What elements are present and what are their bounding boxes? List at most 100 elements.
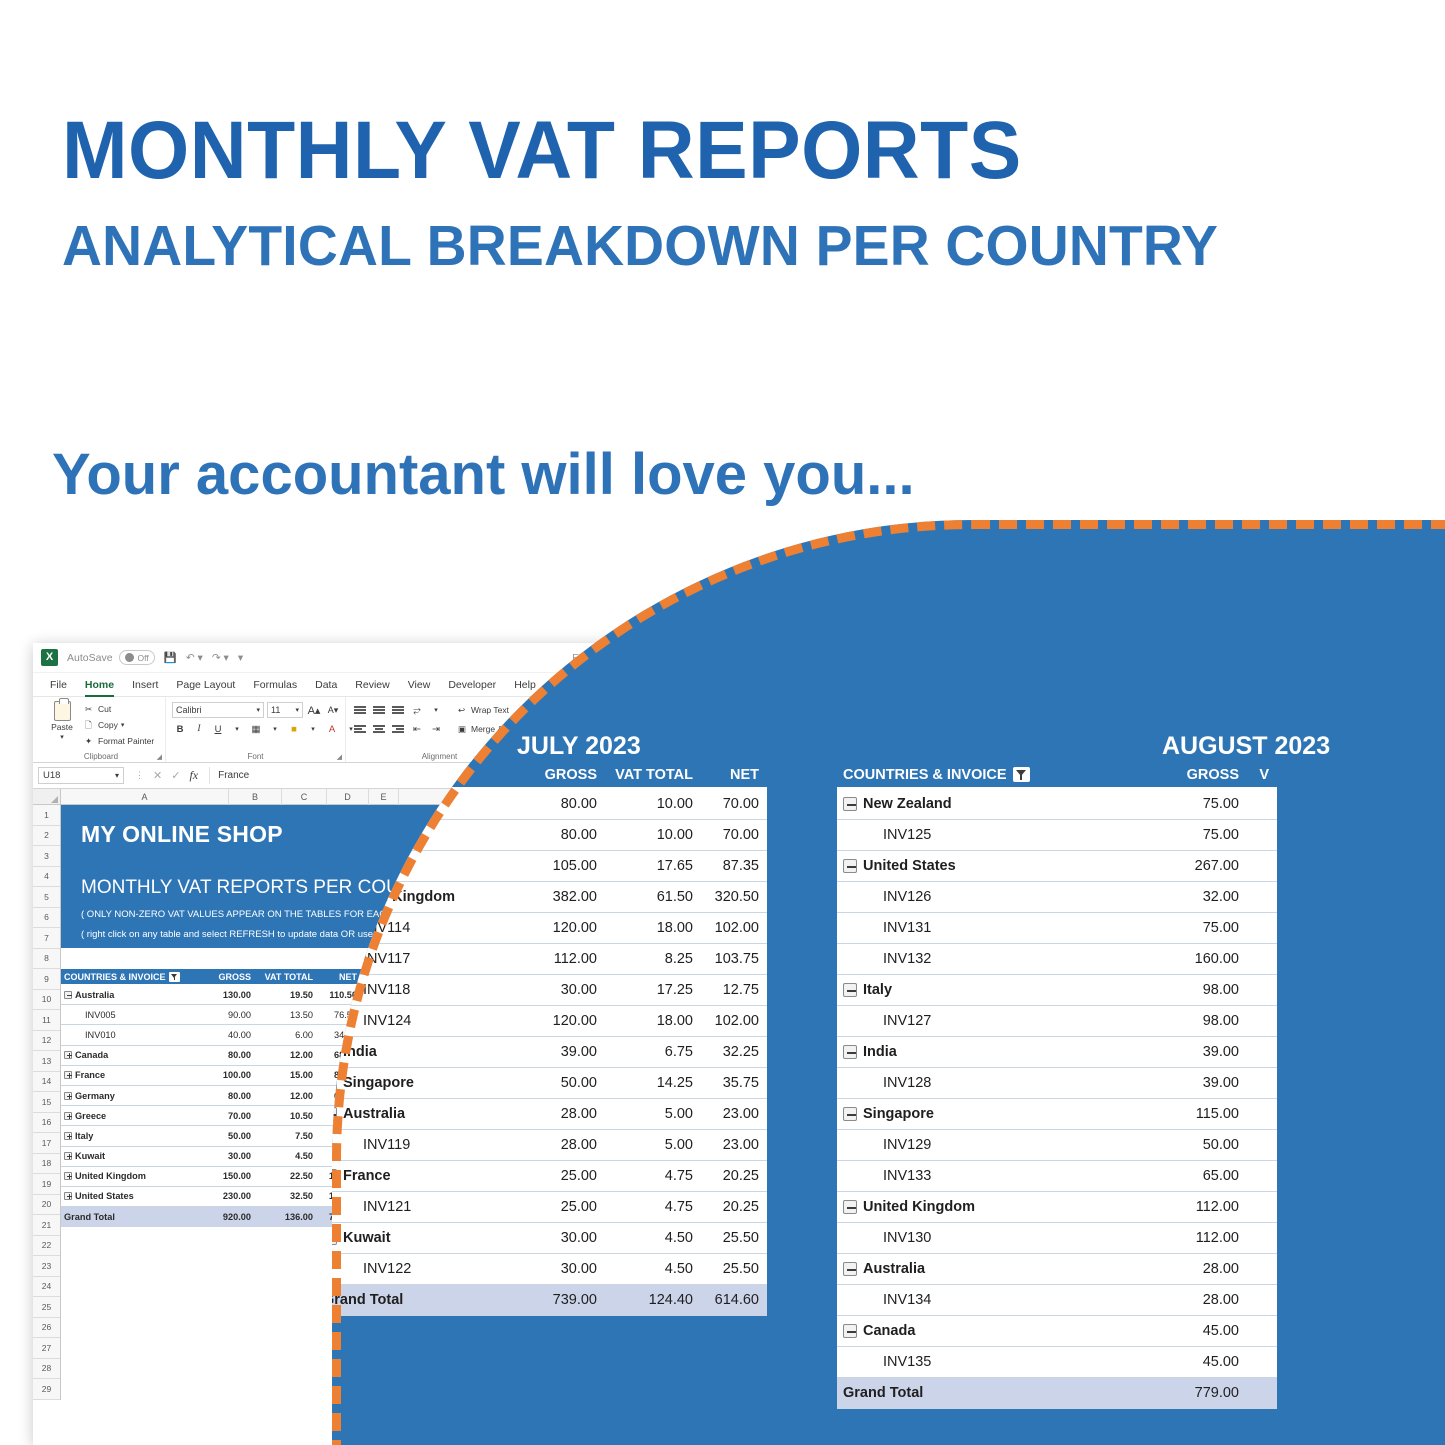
cell-style-check-cell[interactable]: Che xyxy=(749,723,801,740)
row-header-23[interactable]: 23 xyxy=(33,1256,60,1277)
formula-input[interactable]: France xyxy=(209,767,1445,784)
tab-data[interactable]: Data xyxy=(306,673,346,697)
expand-plus-icon[interactable] xyxy=(364,1030,372,1039)
table-row[interactable]: 21.00 119.00 xyxy=(661,1227,961,1248)
table-row[interactable]: Grand Total 920.00 136.00 784.00 xyxy=(61,1207,361,1228)
collapse-minus-icon[interactable] xyxy=(364,1152,372,1161)
cut-button[interactable]: ✂ Cut xyxy=(85,701,154,716)
italic-button[interactable]: I xyxy=(191,721,207,737)
column-header-j[interactable]: J xyxy=(695,789,725,805)
table-row[interactable]: 4.50 255.50 xyxy=(661,1085,961,1107)
table-row[interactable]: Cyprus 55.00 8.25 46.75 xyxy=(361,1025,661,1046)
expand-plus-icon[interactable] xyxy=(364,1131,372,1140)
filter-icon[interactable] xyxy=(168,971,180,982)
column-header-k[interactable]: K xyxy=(725,789,893,805)
row-header-17[interactable]: 17 xyxy=(33,1133,60,1154)
row-header-22[interactable]: 22 xyxy=(33,1236,60,1256)
row-header-9[interactable]: 9 xyxy=(33,969,60,990)
table-row[interactable]: Grand Total 807.00 136.00 671.00 xyxy=(361,1227,661,1248)
table-row[interactable]: Greece 70.00 10.50 59.50 xyxy=(61,1106,361,1127)
decrease-indent-button[interactable]: ⇤ xyxy=(409,721,425,737)
wrap-text-button[interactable]: ↩ Wrap Text xyxy=(458,703,509,718)
expand-plus-icon[interactable] xyxy=(364,1111,372,1120)
quick-access-more-icon[interactable]: ▾ xyxy=(238,652,243,664)
table-row[interactable]: 7.50 42.50 xyxy=(661,1207,961,1228)
expand-plus-icon[interactable] xyxy=(64,1051,72,1060)
tab-help[interactable]: Help xyxy=(505,673,545,697)
borders-icon[interactable]: ▦ xyxy=(248,721,264,737)
clipboard-dialog-launcher[interactable]: ◢ xyxy=(157,753,162,761)
table-row[interactable]: India 39.00 6.75 32.25 xyxy=(361,1065,661,1086)
expand-plus-icon[interactable] xyxy=(64,1071,72,1080)
row-header-13[interactable]: 13 xyxy=(33,1051,60,1072)
row-header-26[interactable]: 26 xyxy=(33,1318,60,1338)
table-row[interactable]: Italy 98.00 18.75 79.25 xyxy=(361,1085,661,1107)
table-row[interactable]: 11.25 63.75 xyxy=(661,1267,961,1288)
table-row[interactable]: 15.00 85.00 xyxy=(661,1166,961,1187)
tab-acrobat[interactable]: ACROBAT xyxy=(545,673,613,697)
borders-chevron-icon[interactable]: ▾ xyxy=(267,721,283,737)
row-header-20[interactable]: 20 xyxy=(33,1195,60,1215)
table-row[interactable]: 9.00 51.00 xyxy=(661,1106,961,1127)
undo-icon[interactable]: ↶ ▾ xyxy=(186,652,203,664)
orientation-chevron-icon[interactable]: ▾ xyxy=(428,702,444,718)
number-format-select[interactable]: General ▾ xyxy=(540,702,648,718)
cell-style-normal[interactable]: Normal xyxy=(749,704,801,721)
table-row[interactable]: 0 68.00 xyxy=(661,1065,961,1086)
increase-font-size-button[interactable]: A▴ xyxy=(306,702,322,718)
bold-button[interactable]: B xyxy=(172,721,188,737)
tab-page-layout[interactable]: Page Layout xyxy=(167,673,244,697)
expand-plus-icon[interactable] xyxy=(64,1152,72,1161)
tab-pivottable-analyze[interactable]: PivotTable Analyze xyxy=(613,673,719,697)
table-row[interactable]: France 100.00 15.00 85.00 xyxy=(61,1065,361,1086)
row-header-4[interactable]: 4 xyxy=(33,867,60,887)
table-row[interactable]: INV025 100.00 15.75 84.25 xyxy=(361,1005,661,1026)
row-header-14[interactable]: 14 xyxy=(33,1072,60,1092)
format-as-table-button[interactable]: Format as Table xyxy=(713,702,743,749)
row-header-3[interactable]: 3 xyxy=(33,846,60,867)
column-header-e[interactable]: E xyxy=(369,789,399,805)
column-header-a[interactable]: A xyxy=(61,789,229,805)
collapse-minus-icon[interactable] xyxy=(64,990,72,999)
enter-formula-icon[interactable]: ✓ xyxy=(171,769,180,782)
row-header-25[interactable]: 25 xyxy=(33,1297,60,1318)
tab-formulas[interactable]: Formulas xyxy=(244,673,306,697)
table-row[interactable]: 119.00 xyxy=(661,1025,961,1046)
table-row[interactable]: INV020 112.00 8.25 103.75 xyxy=(361,1166,661,1187)
fill-color-icon[interactable]: ■ xyxy=(286,721,302,737)
cancel-formula-icon[interactable]: ✕ xyxy=(153,769,162,782)
expand-plus-icon[interactable] xyxy=(364,1212,372,1221)
row-header-10[interactable]: 10 xyxy=(33,990,60,1010)
number-dialog-launcher[interactable]: ◢ xyxy=(649,753,654,761)
tab-view[interactable]: View xyxy=(399,673,440,697)
table-row[interactable]: Kuwait 30.00 4.50 25.50 xyxy=(61,1146,361,1167)
table-row[interactable]: INV021 30.00 17.25 12.75 xyxy=(361,1186,661,1208)
row-header-5[interactable]: 5 xyxy=(33,887,60,908)
accounting-chevron-icon[interactable]: ▾ xyxy=(559,722,575,738)
tab-review[interactable]: Review xyxy=(346,673,398,697)
autosave-toggle[interactable]: Off xyxy=(118,650,155,665)
row-header-24[interactable]: 24 xyxy=(33,1277,60,1297)
align-right-button[interactable] xyxy=(390,721,406,737)
row-header-16[interactable]: 16 xyxy=(33,1113,60,1133)
expand-plus-icon[interactable] xyxy=(64,1091,72,1100)
table-row[interactable]: United States 230.00 32.50 197.50 xyxy=(61,1186,361,1208)
align-top-button[interactable] xyxy=(352,702,368,718)
column-header-g[interactable]: G xyxy=(567,789,620,805)
accounting-format-icon[interactable]: ▯ xyxy=(540,722,556,738)
table-row[interactable]: 00 xyxy=(661,985,961,1006)
search-input[interactable]: Search xyxy=(885,650,1143,669)
align-left-button[interactable] xyxy=(352,721,368,737)
expand-plus-icon[interactable] xyxy=(64,1172,72,1181)
column-header-i[interactable]: I xyxy=(665,789,695,805)
table-row[interactable]: 9.00 51.00 xyxy=(661,1126,961,1147)
table-row[interactable]: 3.00 xyxy=(661,1005,961,1026)
expand-plus-icon[interactable] xyxy=(364,1071,372,1080)
expand-plus-icon[interactable] xyxy=(64,1111,72,1120)
formula-more-icon[interactable]: ⋮ xyxy=(135,770,144,781)
conditional-formatting-button[interactable]: Conditional Formatting xyxy=(664,702,707,740)
column-header-h[interactable]: H xyxy=(620,789,665,805)
align-middle-button[interactable] xyxy=(371,702,387,718)
copy-chevron-icon[interactable]: ▾ xyxy=(121,721,125,729)
table-row[interactable]: 21.00 119.00 xyxy=(661,1247,961,1268)
